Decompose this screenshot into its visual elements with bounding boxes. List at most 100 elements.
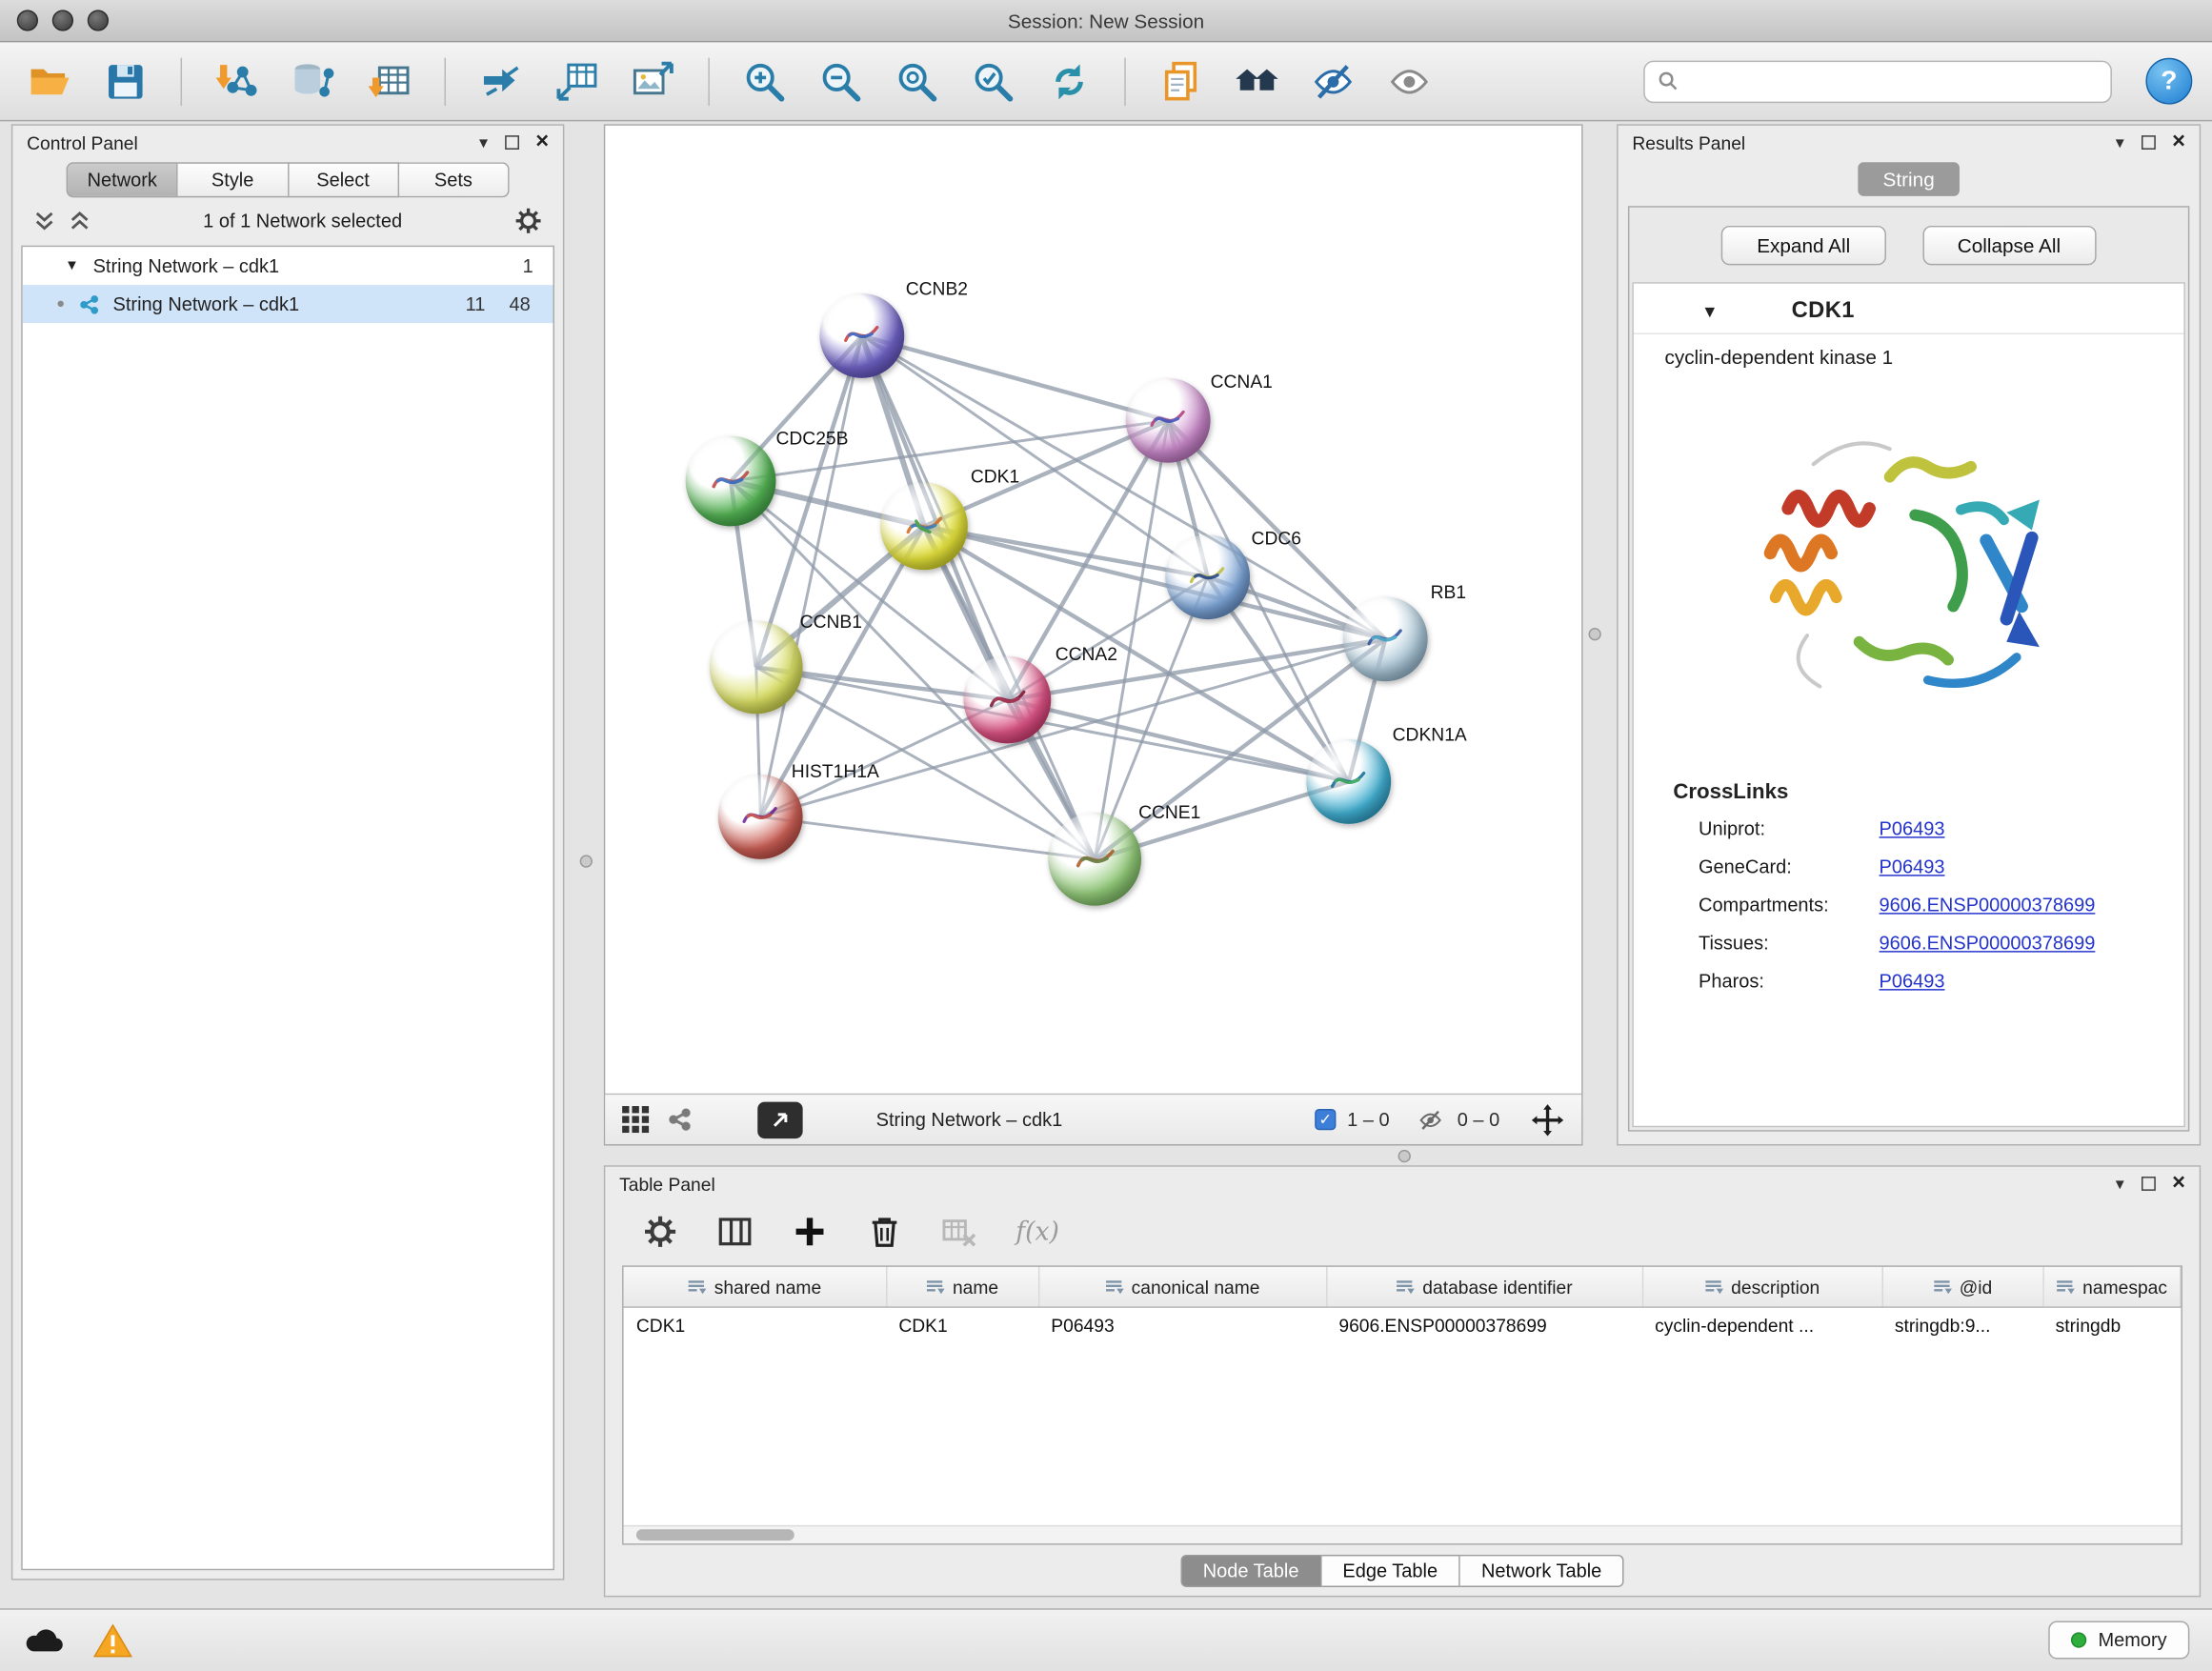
node-table: shared namenamecanonical namedatabase id… [624,1267,2182,1343]
close-panel-icon[interactable]: × [2172,1173,2185,1196]
scrollbar-thumb[interactable] [636,1529,794,1540]
panel-menu-icon[interactable]: ▾ [2116,1174,2124,1194]
help-button[interactable]: ? [2145,58,2192,105]
network-from-table-button[interactable] [548,51,607,111]
selected-checkbox-icon[interactable]: ✓ [1315,1109,1336,1130]
tab-edge-table[interactable]: Edge Table [1321,1555,1460,1587]
network-node-cdk1[interactable] [880,482,968,570]
column-header-description[interactable]: description [1642,1267,1882,1306]
delete-column-trash-icon[interactable] [866,1214,903,1251]
network-node-ccnb1[interactable] [710,621,803,715]
show-details-button[interactable] [1379,51,1438,111]
network-options-gear-icon[interactable] [513,205,543,234]
panel-menu-icon[interactable]: ▾ [479,132,488,152]
search-field[interactable] [1643,60,2112,102]
warning-icon[interactable] [93,1621,132,1659]
save-session-button[interactable] [96,51,155,111]
gene-section-header[interactable]: ▼ CDK1 [1634,284,2184,334]
expand-all-icon[interactable] [32,208,56,232]
zoom-selected-button[interactable] [963,51,1022,111]
open-session-button[interactable] [20,51,79,111]
column-header--id[interactable]: @id [1882,1267,2043,1306]
column-header-canonical-name[interactable]: canonical name [1038,1267,1326,1306]
grid-view-icon[interactable] [622,1106,649,1133]
maximize-window-button[interactable] [88,10,109,30]
tab-network[interactable]: Network [67,162,178,197]
table-options-gear-icon[interactable] [642,1214,679,1251]
search-input[interactable] [1687,70,2098,91]
birdseye-view-icon[interactable] [666,1106,693,1133]
column-header-namespac[interactable]: namespac [2042,1267,2180,1306]
collapse-all-button[interactable]: Collapse All [1922,226,2096,265]
show-columns-icon[interactable] [716,1214,754,1251]
zoom-out-button[interactable] [812,51,871,111]
zoom-fit-button[interactable] [887,51,946,111]
network-node-count: 11 [466,293,486,314]
memory-button[interactable]: Memory [2049,1621,2190,1660]
expand-all-button[interactable]: Expand All [1721,226,1885,265]
string-results-box: Expand All Collapse All ▼ CDK1 cyclin-de… [1628,206,2189,1131]
network-view-toolbar: String Network – cdk1 ✓ 1 – 0 0 – 0 [605,1094,1581,1144]
close-panel-icon[interactable]: × [2172,131,2185,154]
home-views-button[interactable] [1227,51,1286,111]
import-table-from-file-button[interactable] [360,51,419,111]
crosslink-link[interactable]: P06493 [1880,971,1945,992]
memory-status-dot [2071,1632,2086,1647]
collapse-all-icon[interactable] [68,208,91,232]
network-node-ccna1[interactable] [1126,378,1211,463]
hide-details-button[interactable] [1303,51,1362,111]
tab-style[interactable]: Style [178,162,289,197]
import-network-from-file-button[interactable] [208,51,267,111]
network-node-ccna2[interactable] [963,656,1051,744]
crosslink-link[interactable]: 9606.ENSP00000378699 [1880,933,2096,954]
float-panel-icon[interactable] [2141,1177,2155,1191]
column-header-name[interactable]: name [886,1267,1038,1306]
network-node-ccnb2[interactable] [819,293,904,378]
close-window-button[interactable] [17,10,38,30]
crosslink-link[interactable]: P06493 [1880,856,1945,877]
tab-node-table[interactable]: Node Table [1180,1555,1321,1587]
tab-select[interactable]: Select [289,162,399,197]
network-node-cdc25b[interactable] [686,436,776,527]
minimize-window-button[interactable] [52,10,73,30]
network-node-cdc6[interactable] [1165,534,1250,619]
horizontal-splitter-handle[interactable] [1398,1150,1411,1162]
network-row-selected[interactable]: ● String Network – cdk1 11 48 [23,285,553,323]
zoom-in-button[interactable] [735,51,794,111]
vertical-splitter-handle-right[interactable] [1588,628,1600,640]
tree-expand-icon[interactable]: ▼ [65,258,79,273]
export-image-button[interactable] [624,51,683,111]
window-title: Session: New Session [1008,10,1204,32]
vertical-splitter-handle-left[interactable] [580,855,593,867]
section-expand-icon[interactable]: ▼ [1701,302,1719,322]
network-node-cdkn1a[interactable] [1306,739,1391,824]
network-node-rb1[interactable] [1343,596,1428,681]
float-panel-icon[interactable] [2141,135,2155,150]
refresh-view-button[interactable] [1039,51,1098,111]
pan-move-icon[interactable] [1531,1102,1565,1137]
tab-network-table[interactable]: Network Table [1460,1555,1624,1587]
network-node-hist1h1a[interactable] [718,775,803,859]
tab-sets[interactable]: Sets [399,162,510,197]
horizontal-scrollbar[interactable] [624,1525,2182,1543]
network-node-ccne1[interactable] [1048,813,1141,906]
panel-menu-icon[interactable]: ▾ [2116,132,2124,152]
fit-content-button[interactable] [757,1101,802,1138]
column-header-database-identifier[interactable]: database identifier [1326,1267,1642,1306]
float-panel-icon[interactable] [505,135,519,150]
copy-button[interactable] [1151,51,1210,111]
network-from-selection-button[interactable] [472,51,531,111]
tab-string[interactable]: String [1858,162,1960,196]
table-body: CDK1CDK1P064939606.ENSP00000378699cyclin… [624,1306,2181,1343]
column-header-shared-name[interactable]: shared name [624,1267,886,1306]
network-canvas[interactable]: CCNB2CCNA1CDC25BCDK1CDC6RB1CCNB1CCNA2CDK… [605,126,1581,1094]
add-column-icon[interactable] [792,1214,829,1251]
network-collection-row[interactable]: ▼ String Network – cdk1 1 [23,247,553,285]
close-panel-icon[interactable]: × [535,131,549,154]
crosslink-row: Compartments:9606.ENSP00000378699 [1634,895,2184,933]
crosslink-link[interactable]: 9606.ENSP00000378699 [1880,895,2096,916]
table-row[interactable]: CDK1CDK1P064939606.ENSP00000378699cyclin… [624,1306,2181,1343]
import-network-from-database-button[interactable] [284,51,343,111]
cloud-icon[interactable] [23,1623,65,1658]
crosslink-link[interactable]: P06493 [1880,818,1945,839]
